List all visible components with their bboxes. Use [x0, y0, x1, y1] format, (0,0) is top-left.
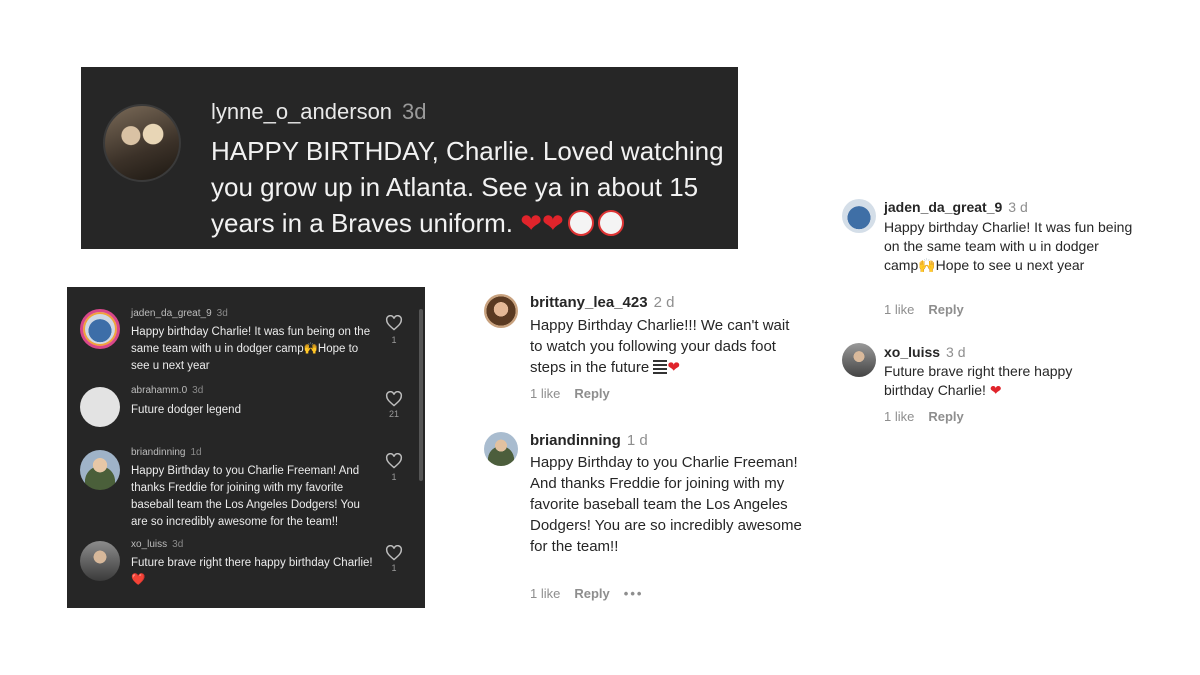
timestamp: 2 d [653, 294, 675, 311]
timestamp: 3d [192, 385, 204, 396]
reply-button[interactable]: Reply [574, 586, 609, 601]
baseball-emoji-icon [567, 210, 594, 236]
baseball-emoji-icon [597, 210, 624, 236]
avatar[interactable] [484, 432, 518, 466]
comment-header: xo_luiss 3d [131, 539, 183, 550]
comment-header: briandinning 1d [131, 447, 202, 458]
comment-header: lynne_o_anderson 3d [211, 99, 427, 125]
comment-header: jaden_da_great_9 3d [131, 308, 228, 319]
comment-text: Happy Birthday Charlie!!! We can't wait … [530, 315, 790, 378]
timestamp: 3 d [946, 344, 966, 360]
username[interactable]: brittany_lea_423 [530, 294, 648, 311]
avatar[interactable] [842, 343, 876, 377]
timestamp: 3d [172, 539, 184, 550]
comment-text: Future brave right there happy birthday … [131, 557, 373, 586]
timestamp: 3 d [1008, 199, 1028, 215]
comment-text: Happy birthday Charlie! It was fun being… [131, 326, 371, 372]
comment-header: abrahamm.0 3d [131, 385, 203, 396]
like-count: 1 [391, 563, 397, 573]
username[interactable]: briandinning [131, 447, 186, 458]
avatar[interactable] [842, 199, 876, 233]
avatar[interactable] [103, 104, 181, 182]
reply-button[interactable]: Reply [574, 386, 609, 401]
username[interactable]: jaden_da_great_9 [884, 199, 1002, 215]
timestamp: 3d [402, 99, 427, 124]
reply-button[interactable]: Reply [928, 409, 963, 424]
avatar[interactable] [484, 294, 518, 328]
like-count: 21 [388, 409, 399, 419]
comment-header: xo_luiss 3 d [884, 344, 966, 360]
like-count[interactable]: 1 like [884, 409, 914, 424]
comment-header: jaden_da_great_9 3 d [884, 199, 1028, 215]
username[interactable]: briandinning [530, 432, 621, 449]
username[interactable]: abrahamm.0 [131, 385, 187, 396]
comment-actions: 1 like Reply [884, 302, 978, 317]
comment-actions: 1 like Reply [884, 409, 978, 424]
comment-actions: 1 like Reply [530, 386, 624, 401]
heart-emoji-icon: ❤ [989, 383, 1002, 399]
like-count: 1 [391, 472, 397, 482]
scrollbar[interactable] [419, 309, 423, 481]
reply-button[interactable]: Reply [928, 302, 963, 317]
heart-icon[interactable] [385, 545, 403, 561]
comment-header: brittany_lea_423 2 d [530, 294, 674, 311]
more-options-icon[interactable]: ••• [624, 586, 644, 601]
comment-text: Happy Birthday to you Charlie Freeman! A… [131, 465, 360, 528]
like-count[interactable]: 1 like [530, 386, 560, 401]
username[interactable]: lynne_o_anderson [211, 99, 392, 124]
flag-emoji-icon [653, 360, 668, 374]
username[interactable]: xo_luiss [884, 344, 940, 360]
avatar[interactable] [80, 450, 120, 490]
like-count: 1 [391, 335, 397, 345]
comment-list-dark: jaden_da_great_9 3d Happy birthday Charli… [67, 287, 425, 608]
like-count[interactable]: 1 like [530, 586, 560, 601]
comment-body: HAPPY BIRTHDAY, Charlie. Loved watching … [211, 136, 724, 238]
heart-emoji-icon: ❤❤ [520, 209, 564, 239]
comment-text: Future brave right there happy birthday … [884, 362, 1124, 401]
comment-body: Future brave right there happy birthday … [884, 363, 1073, 398]
like-count[interactable]: 1 like [884, 302, 914, 317]
timestamp: 1d [190, 447, 202, 458]
timestamp: 3d [216, 308, 228, 319]
avatar[interactable] [80, 309, 120, 349]
heart-icon[interactable] [385, 315, 403, 331]
timestamp: 1 d [626, 432, 648, 449]
comment-text: Happy Birthday to you Charlie Freeman! A… [530, 454, 802, 555]
heart-emoji-icon: ❤ [667, 358, 680, 376]
avatar[interactable] [80, 387, 120, 427]
comment-text: Happy birthday Charlie! It was fun being… [884, 219, 1133, 273]
heart-icon[interactable] [385, 453, 403, 469]
heart-icon[interactable] [385, 391, 403, 407]
comment-actions: 1 like Reply ••• [530, 586, 657, 601]
username[interactable]: xo_luiss [131, 539, 167, 550]
username[interactable]: jaden_da_great_9 [131, 308, 212, 319]
comment-text: HAPPY BIRTHDAY, Charlie. Loved watching … [211, 133, 726, 242]
avatar[interactable] [80, 541, 120, 581]
comment-text: Future dodger legend [131, 404, 241, 416]
featured-comment-card: lynne_o_anderson 3d HAPPY BIRTHDAY, Charl… [81, 67, 738, 249]
comment-header: briandinning 1 d [530, 432, 648, 449]
